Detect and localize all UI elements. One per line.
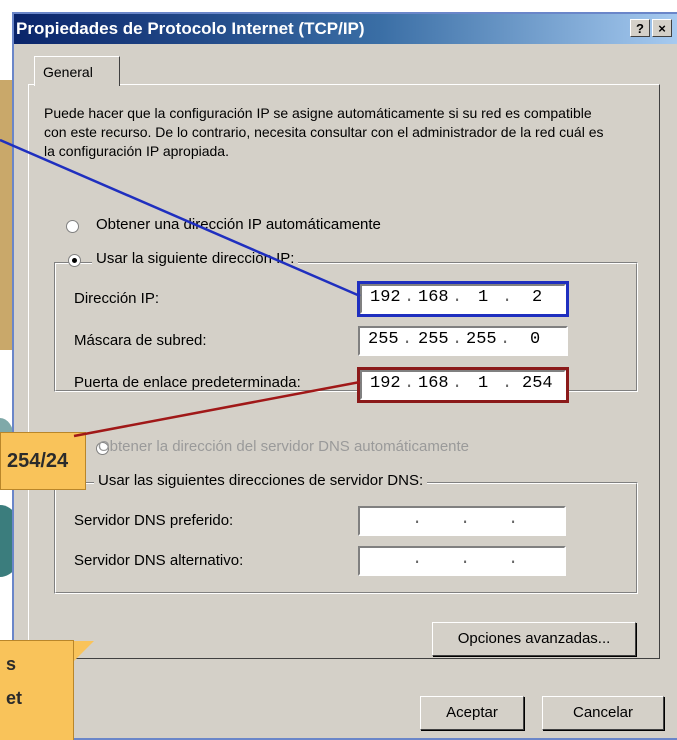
tab-general[interactable]: General bbox=[34, 56, 120, 86]
annotation-lines bbox=[0, 138, 361, 438]
blue-pointer-line bbox=[0, 138, 361, 298]
red-pointer-line bbox=[73, 380, 361, 438]
